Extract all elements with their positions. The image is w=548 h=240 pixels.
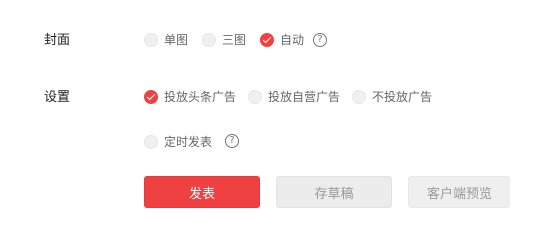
toutiao-ads-label: 投放头条广告 [164, 90, 237, 104]
no-ads-label: 不投放广告 [372, 90, 433, 104]
cover-label: 封面 [44, 33, 71, 48]
cover-help-icon[interactable]: ? [313, 33, 327, 47]
cover-option-three[interactable]: 三图 [202, 32, 246, 48]
cover-auto-label: 自动 [280, 33, 305, 47]
schedule-option[interactable]: 定时发表 [144, 134, 212, 150]
cover-option-single[interactable]: 单图 [144, 32, 188, 48]
cover-three-label: 三图 [222, 33, 247, 47]
publish-button[interactable]: 发表 [144, 176, 260, 208]
schedule-help-icon[interactable]: ? [225, 134, 239, 148]
own-ads-label: 投放自营广告 [268, 90, 341, 104]
toutiao-ads-radio[interactable] [144, 90, 158, 104]
cover-auto-radio[interactable] [260, 33, 274, 47]
cover-option-auto[interactable]: 自动 [260, 32, 304, 48]
publish-settings-panel: 封面 单图 三图 自动 ? 设置 投放头条广告 投放自营广告 不投放广告 定时发… [0, 0, 548, 240]
settings-option-no-ads[interactable]: 不投放广告 [352, 89, 432, 105]
settings-option-toutiao-ads[interactable]: 投放头条广告 [144, 89, 236, 105]
settings-label: 设置 [44, 90, 71, 105]
cover-single-label: 单图 [164, 33, 189, 47]
schedule-label: 定时发表 [164, 135, 213, 149]
cover-three-radio[interactable] [202, 33, 216, 47]
cover-single-radio[interactable] [144, 33, 158, 47]
settings-option-own-ads[interactable]: 投放自营广告 [248, 89, 340, 105]
no-ads-radio[interactable] [352, 90, 366, 104]
client-preview-button[interactable]: 客户端预览 [408, 176, 510, 208]
schedule-checkbox[interactable] [144, 135, 158, 149]
save-draft-button[interactable]: 存草稿 [276, 176, 392, 208]
own-ads-radio[interactable] [248, 90, 262, 104]
